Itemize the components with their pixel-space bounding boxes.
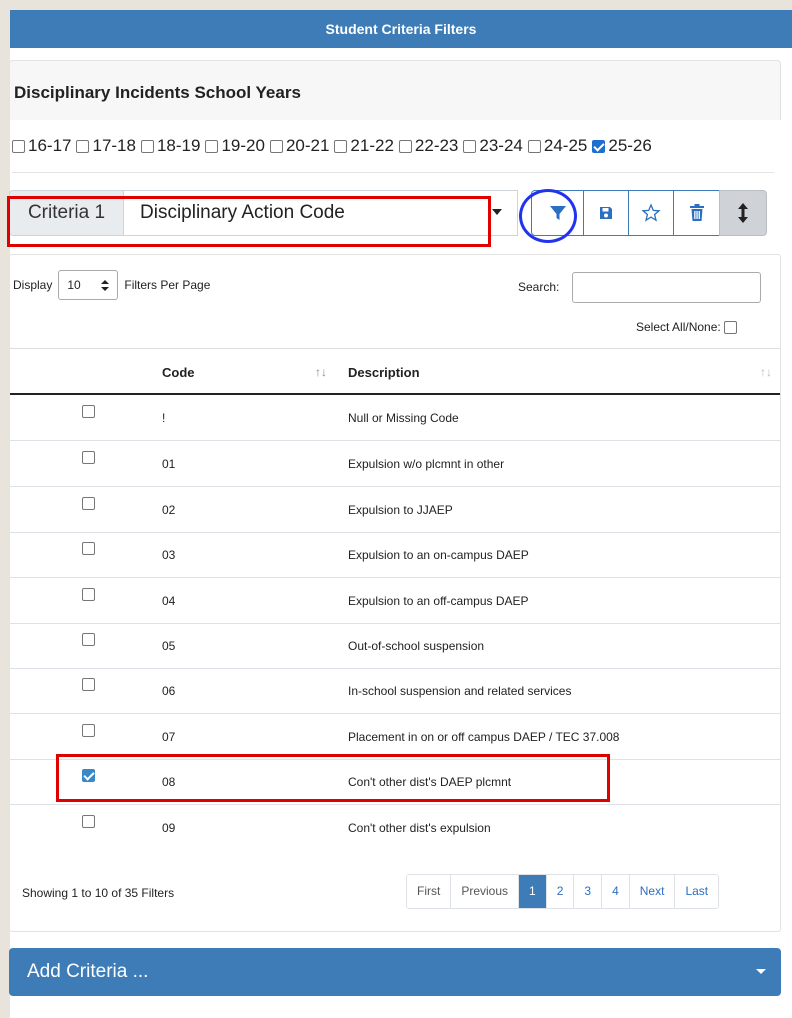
column-header-description[interactable]: Description: [348, 365, 420, 380]
row-code: !: [162, 411, 166, 425]
table-row: 09 Con't other dist's expulsion: [10, 805, 780, 851]
table-row: ! Null or Missing Code: [10, 395, 780, 441]
row-checkbox[interactable]: [82, 633, 95, 646]
display-label: Display: [13, 278, 53, 292]
year-checkbox-18-19[interactable]: 18-19: [140, 136, 200, 156]
row-description: In-school suspension and related service…: [348, 684, 572, 698]
year-checkbox-23-24[interactable]: 23-24: [463, 136, 523, 156]
delete-button[interactable]: [673, 190, 720, 236]
pagination: First Previous 1 2 3 4 Next Last: [406, 874, 720, 909]
row-code: 07: [162, 730, 176, 744]
row-checkbox[interactable]: [82, 542, 95, 555]
filter-highlight-circle: [519, 189, 577, 243]
display-control: Display 10 Filters Per Page: [13, 270, 210, 300]
row-code: 04: [162, 594, 176, 608]
year-checkbox-20-21[interactable]: 20-21: [269, 136, 329, 156]
row-checkbox[interactable]: [82, 678, 95, 691]
row-checkbox[interactable]: [82, 451, 95, 464]
divider: [12, 172, 774, 173]
table-row: 06 In-school suspension and related serv…: [10, 668, 780, 714]
row-code: 01: [162, 457, 176, 471]
selected-row-highlight-box: [56, 754, 610, 802]
page-header: Student Criteria Filters: [10, 10, 792, 48]
trash-icon: [689, 204, 704, 221]
page-next-button[interactable]: Next: [629, 875, 676, 908]
row-description: Null or Missing Code: [348, 411, 459, 425]
year-checkbox-25-26[interactable]: 25-26: [592, 136, 652, 156]
row-description: Expulsion to JJAEP: [348, 503, 453, 517]
year-checkbox-17-18[interactable]: 17-18: [76, 136, 136, 156]
resize-vertical-icon: [738, 203, 748, 223]
row-checkbox[interactable]: [82, 405, 95, 418]
page-4-button[interactable]: 4: [602, 875, 630, 908]
row-checkbox[interactable]: [82, 588, 95, 601]
resize-button[interactable]: [719, 190, 767, 236]
add-criteria-button[interactable]: Add Criteria ...: [9, 948, 781, 996]
school-year-checkboxes: 16-17 17-18 18-19 19-20 20-21 21-22 22-2…: [12, 136, 657, 156]
section-title: Disciplinary Incidents School Years: [14, 83, 301, 102]
row-checkbox[interactable]: [82, 815, 95, 828]
row-code: 05: [162, 639, 176, 653]
save-button[interactable]: [583, 190, 629, 236]
row-code: 06: [162, 684, 176, 698]
caret-down-icon[interactable]: [492, 209, 502, 215]
search-label: Search:: [518, 280, 560, 294]
year-checkbox-24-25[interactable]: 24-25: [527, 136, 587, 156]
page-previous-button[interactable]: Previous: [451, 875, 520, 908]
page-last-button[interactable]: Last: [675, 875, 719, 908]
row-code: 02: [162, 503, 176, 517]
year-checkbox-21-22[interactable]: 21-22: [334, 136, 394, 156]
row-description: Expulsion to an on-campus DAEP: [348, 548, 529, 562]
row-checkbox[interactable]: [82, 497, 95, 510]
section-header: Disciplinary Incidents School Years: [9, 60, 781, 120]
row-code: 03: [162, 548, 176, 562]
page-1-button[interactable]: 1: [519, 875, 547, 908]
select-all: Select All/None:: [636, 320, 740, 334]
page-size-select[interactable]: 10: [58, 270, 119, 300]
row-description: Placement in on or off campus DAEP / TEC…: [348, 730, 620, 744]
row-description: Out-of-school suspension: [348, 639, 485, 653]
table-row: 05 Out-of-school suspension: [10, 623, 780, 669]
sort-icon[interactable]: ↑↓: [315, 365, 327, 379]
search-input[interactable]: [572, 272, 761, 303]
add-criteria-label: Add Criteria ...: [27, 961, 149, 982]
select-all-label: Select All/None:: [636, 320, 721, 334]
caret-down-icon: [756, 969, 766, 974]
row-description: Expulsion to an off-campus DAEP: [348, 594, 529, 608]
row-checkbox[interactable]: [82, 724, 95, 737]
page-2-button[interactable]: 2: [546, 875, 575, 908]
sort-icon[interactable]: ↑↓: [760, 365, 772, 379]
page-3-button[interactable]: 3: [574, 875, 603, 908]
sort-arrows-icon: [101, 279, 110, 291]
row-code: 09: [162, 821, 176, 835]
table-row: 02 Expulsion to JJAEP: [10, 487, 780, 533]
star-icon: [641, 203, 661, 222]
row-description: Expulsion w/o plcmnt in other: [348, 457, 505, 471]
page-size-value: 10: [67, 278, 81, 292]
table-row: 03 Expulsion to an on-campus DAEP: [10, 532, 780, 578]
criteria-highlight-box: [7, 196, 491, 247]
save-icon: [600, 207, 612, 219]
page-first-button[interactable]: First: [407, 875, 452, 908]
select-all-checkbox[interactable]: [723, 320, 737, 334]
column-header-code[interactable]: Code: [162, 365, 195, 380]
year-checkbox-19-20[interactable]: 19-20: [205, 136, 265, 156]
table-row: 01 Expulsion w/o plcmnt in other: [10, 441, 780, 487]
showing-info: Showing 1 to 10 of 35 Filters: [22, 886, 175, 900]
row-description: Con't other dist's expulsion: [348, 821, 491, 835]
table-header: Code ↑↓ Description ↑↓: [10, 348, 780, 395]
per-page-label: Filters Per Page: [124, 278, 211, 292]
table-row: 04 Expulsion to an off-campus DAEP: [10, 578, 780, 624]
favorite-button[interactable]: [628, 190, 674, 236]
year-checkbox-16-17[interactable]: 16-17: [12, 136, 71, 156]
year-checkbox-22-23[interactable]: 22-23: [398, 136, 458, 156]
